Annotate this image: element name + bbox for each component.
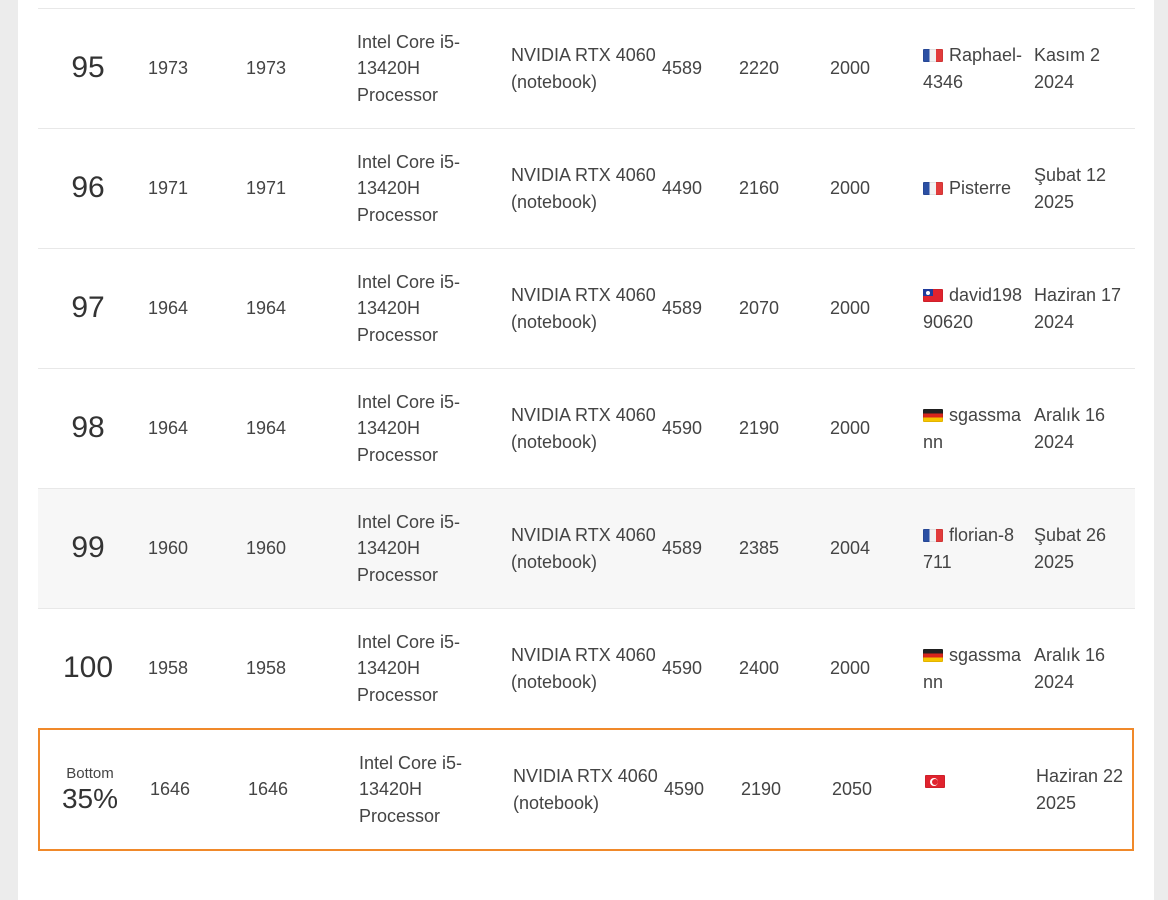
user-name-link[interactable]: Pisterre xyxy=(949,178,1011,198)
score-cell: 1960 xyxy=(148,538,189,559)
germany-flag-icon xyxy=(923,649,943,662)
table-row[interactable]: 95 1973 1973 Intel Core i5-13420H Processor… xyxy=(38,8,1135,128)
table-row[interactable]: 100 1958 1958 Intel Core i5-13420H Processo… xyxy=(38,608,1135,728)
cpu-cell: Intel Core i5-13420H Processor xyxy=(357,271,461,345)
metric-cell-1: 4589 xyxy=(662,298,703,319)
score-cell-2: 1960 xyxy=(246,538,287,559)
rank-cell: 99 xyxy=(71,531,105,565)
cpu-cell: Intel Core i5-13420H Processor xyxy=(359,752,463,826)
table-row[interactable]: 98 1964 1964 Intel Core i5-13420H Processor… xyxy=(38,368,1135,488)
metric-cell-2: 2190 xyxy=(741,779,782,800)
rank-cell: 95 xyxy=(71,51,105,85)
metric-cell-1: 4589 xyxy=(662,538,703,559)
metric-cell-1: 4490 xyxy=(662,178,703,199)
taiwan-flag-icon xyxy=(923,289,943,302)
france-flag-icon xyxy=(923,49,943,62)
metric-cell-2: 2385 xyxy=(739,538,780,559)
score-cell-2: 1964 xyxy=(246,298,287,319)
score-cell: 1958 xyxy=(148,658,189,679)
user-cell[interactable]: sgassmann xyxy=(923,369,1023,488)
metric-cell-2: 2070 xyxy=(739,298,780,319)
metric-cell-2: 2160 xyxy=(739,178,780,199)
metric-cell-1: 4590 xyxy=(662,658,703,679)
date-cell: Aralık 16 2024 xyxy=(1034,645,1106,692)
rank-cell: Bottom 35% xyxy=(40,730,140,849)
cpu-cell: Intel Core i5-13420H Processor xyxy=(357,391,461,465)
score-cell-2: 1971 xyxy=(246,178,287,199)
user-cell xyxy=(925,730,1025,849)
cpu-cell: Intel Core i5-13420H Processor xyxy=(357,511,461,585)
score-cell: 1964 xyxy=(148,418,189,439)
metric-cell-2: 2190 xyxy=(739,418,780,439)
metric-cell-3: 2000 xyxy=(830,178,871,199)
metric-cell-3: 2000 xyxy=(830,298,871,319)
rank-cell: 100 xyxy=(62,651,114,685)
score-cell-2: 1958 xyxy=(246,658,287,679)
table-row[interactable]: 99 1960 1960 Intel Core i5-13420H Processor… xyxy=(38,488,1135,608)
metric-cell-1: 4589 xyxy=(662,58,703,79)
metric-cell-1: 4590 xyxy=(662,418,703,439)
turkey-flag-icon xyxy=(925,775,945,788)
current-result-row[interactable]: Bottom 35% 1646 1646 Intel Core i5-13420… xyxy=(38,728,1134,851)
date-cell: Şubat 26 2025 xyxy=(1034,525,1107,572)
date-cell: Kasım 2 2024 xyxy=(1034,45,1101,92)
user-cell[interactable]: david19890620 xyxy=(923,249,1023,368)
user-cell[interactable]: Pisterre xyxy=(923,129,1023,248)
gpu-cell: NVIDIA RTX 4060 (notebook) xyxy=(511,525,656,572)
rank-cell: 97 xyxy=(71,291,105,325)
score-cell: 1973 xyxy=(148,58,189,79)
gpu-cell: NVIDIA RTX 4060 (notebook) xyxy=(513,766,658,813)
metric-cell-3: 2000 xyxy=(830,58,871,79)
table-row[interactable]: 96 1971 1971 Intel Core i5-13420H Processor… xyxy=(38,128,1135,248)
score-cell-2: 1646 xyxy=(248,779,289,800)
germany-flag-icon xyxy=(923,409,943,422)
cpu-cell: Intel Core i5-13420H Processor xyxy=(357,631,461,705)
cpu-cell: Intel Core i5-13420H Processor xyxy=(357,31,461,105)
date-cell: Haziran 22 2025 xyxy=(1036,766,1124,813)
score-cell-2: 1964 xyxy=(246,418,287,439)
metric-cell-3: 2004 xyxy=(830,538,871,559)
date-cell: Aralık 16 2024 xyxy=(1034,405,1106,452)
metric-cell-1: 4590 xyxy=(664,779,705,800)
france-flag-icon xyxy=(923,182,943,196)
table-row[interactable]: 97 1964 1964 Intel Core i5-13420H Processor… xyxy=(38,248,1135,368)
metric-cell-3: 2000 xyxy=(830,658,871,679)
score-cell: 1964 xyxy=(148,298,189,319)
gpu-cell: NVIDIA RTX 4060 (notebook) xyxy=(511,645,656,692)
gpu-cell: NVIDIA RTX 4060 (notebook) xyxy=(511,45,656,92)
rank-cell: 96 xyxy=(71,171,105,205)
score-cell: 1971 xyxy=(148,178,189,199)
metric-cell-2: 2400 xyxy=(739,658,780,679)
score-cell: 1646 xyxy=(150,779,191,800)
gpu-cell: NVIDIA RTX 4060 (notebook) xyxy=(511,165,656,212)
cpu-cell: Intel Core i5-13420H Processor xyxy=(357,151,461,225)
metric-cell-3: 2000 xyxy=(830,418,871,439)
metric-cell-3: 2050 xyxy=(832,779,873,800)
user-cell[interactable]: florian-8711 xyxy=(923,489,1023,608)
score-cell-2: 1973 xyxy=(246,58,287,79)
date-cell: Haziran 17 2024 xyxy=(1034,285,1122,332)
gpu-cell: NVIDIA RTX 4060 (notebook) xyxy=(511,285,656,332)
gpu-cell: NVIDIA RTX 4060 (notebook) xyxy=(511,405,656,452)
user-cell[interactable]: sgassmann xyxy=(923,609,1023,728)
results-table: 95 1973 1973 Intel Core i5-13420H Processor… xyxy=(38,8,1135,728)
date-cell: Şubat 12 2025 xyxy=(1034,165,1107,212)
rank-cell: 98 xyxy=(71,411,105,445)
rank-label: Bottom xyxy=(66,764,114,782)
metric-cell-2: 2220 xyxy=(739,58,780,79)
user-cell[interactable]: Raphael-4346 xyxy=(923,9,1023,128)
rank-percentile: 35% xyxy=(61,782,119,814)
france-flag-icon xyxy=(923,529,943,542)
